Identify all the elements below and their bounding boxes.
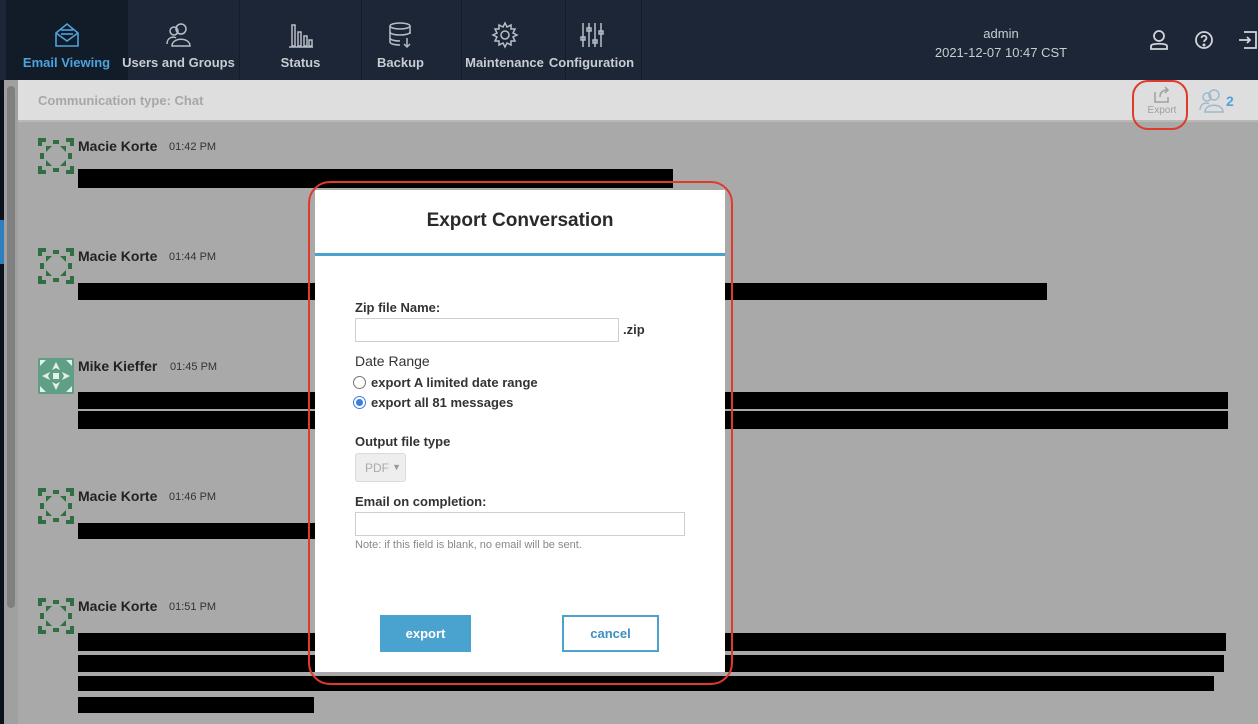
participant-count: 2 — [1226, 93, 1234, 109]
message-time: 01:51 PM — [169, 601, 217, 613]
nav-label: Email Viewing — [22, 55, 111, 70]
dialog-highlight-annotation — [308, 181, 733, 685]
communication-type: Communication type: Chat — [38, 93, 204, 108]
sender-name: Macie Korte — [78, 488, 158, 504]
user-icon — [1150, 30, 1168, 50]
logout-icon — [1239, 31, 1257, 49]
users-icon — [1199, 89, 1224, 113]
sender-name: Mike Kieffer — [78, 358, 158, 374]
nav-label: Users and Groups — [122, 55, 235, 70]
nav-email-viewing[interactable]: Email Viewing — [6, 0, 128, 80]
sender-name: Macie Korte — [78, 598, 158, 614]
avatar-icon — [38, 358, 74, 394]
database-icon — [388, 22, 411, 49]
nav-label: Configuration — [548, 55, 635, 70]
export-highlight-annotation — [1132, 80, 1188, 130]
message-time: 01:44 PM — [169, 251, 217, 263]
nav-label: Status — [280, 55, 321, 70]
avatar-icon — [38, 488, 74, 524]
avatar-icon — [38, 248, 74, 284]
message-time: 01:46 PM — [169, 491, 217, 503]
logout-button[interactable] — [1236, 27, 1258, 53]
username: admin — [983, 26, 1019, 41]
avatar-icon — [38, 138, 74, 174]
conversation-header: Communication type: Chat Export 2 — [18, 80, 1258, 122]
nav-label: Maintenance — [465, 55, 544, 70]
nav-users-and-groups[interactable]: Users and Groups — [118, 0, 240, 80]
redacted-message-text — [78, 697, 314, 713]
nav-label: Backup — [377, 55, 424, 70]
message-time: 01:45 PM — [170, 361, 218, 373]
envelope-icon — [54, 22, 79, 47]
scrollbar-thumb[interactable] — [7, 86, 15, 608]
sender-name: Macie Korte — [78, 138, 158, 154]
help-button[interactable] — [1191, 27, 1217, 53]
gear-icon — [490, 21, 519, 49]
bar-chart-icon — [288, 24, 313, 48]
current-datetime: 2021-12-07 10:47 CST — [934, 45, 1068, 60]
help-icon — [1195, 31, 1213, 49]
user-info: admin 2021-12-07 10:47 CST — [920, 24, 1082, 62]
redacted-message-text — [78, 523, 318, 539]
message-time: 01:42 PM — [169, 141, 217, 153]
participants-button[interactable]: 2 — [1198, 87, 1240, 117]
sender-name: Macie Korte — [78, 248, 158, 264]
sliders-icon — [579, 23, 604, 47]
users-icon — [165, 23, 191, 47]
nav-configuration[interactable]: Configuration — [542, 0, 642, 80]
top-navigation-bar: Email Viewing Users and Groups Status Ba… — [0, 0, 1258, 80]
profile-button[interactable] — [1146, 27, 1172, 53]
avatar-icon — [38, 598, 74, 634]
